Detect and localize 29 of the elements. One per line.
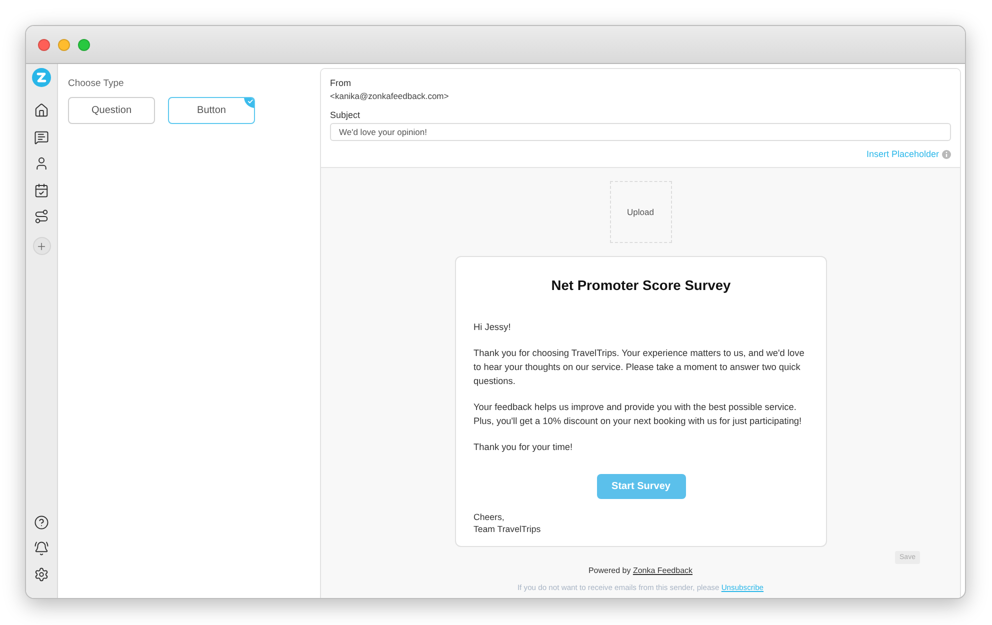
email-title: Net Promoter Score Survey: [550, 277, 732, 295]
signoff-line: Team TravelTrips: [474, 523, 542, 535]
subject-field[interactable]: We'd love your opinion!: [330, 123, 951, 141]
sender-address: <kanika@zonkafeedback.com>: [330, 91, 450, 102]
field-label: Subject: [330, 110, 362, 121]
close-icon[interactable]: [38, 38, 50, 50]
type-option[interactable]: Button: [168, 97, 255, 124]
email-paragraph: Thank you for choosing TravelTrips. Your experience matters to us, and we'd love to hear your thoughts on our service. Please take a moment to answer two quick questions.: [474, 347, 806, 388]
signoff-line: Cheers,: [474, 511, 506, 523]
email-paragraph: Hi Jessy!: [474, 321, 512, 334]
upload-button[interactable]: Upload: [610, 181, 672, 243]
email-paragraph: Your feedback helps us improve and provide you with the best possible service. Plus, you'll get a 10% discount on your next booking with us for just participating!: [474, 401, 803, 428]
plus-icon: [36, 240, 47, 252]
email-paragraph: Thank you for your time!: [474, 441, 574, 454]
field-label: From: [330, 78, 352, 89]
powered-by-text: Powered by Zonka Feedback: [588, 565, 693, 577]
bell-icon[interactable]: [34, 541, 49, 556]
help-icon[interactable]: [34, 515, 49, 530]
type-option[interactable]: Question: [68, 97, 155, 124]
home-icon[interactable]: [34, 103, 49, 118]
calendar-check-icon[interactable]: [34, 182, 49, 198]
add-button[interactable]: [32, 237, 50, 255]
user-icon[interactable]: [34, 156, 49, 171]
route-icon[interactable]: [34, 209, 49, 224]
section-label: Choose Type: [68, 78, 125, 90]
chat-bubble-icon[interactable]: [34, 130, 49, 144]
brand-link[interactable]: Zonka Feedback: [632, 566, 693, 575]
check-badge-icon: [244, 98, 254, 108]
settings-icon[interactable]: [34, 567, 49, 582]
